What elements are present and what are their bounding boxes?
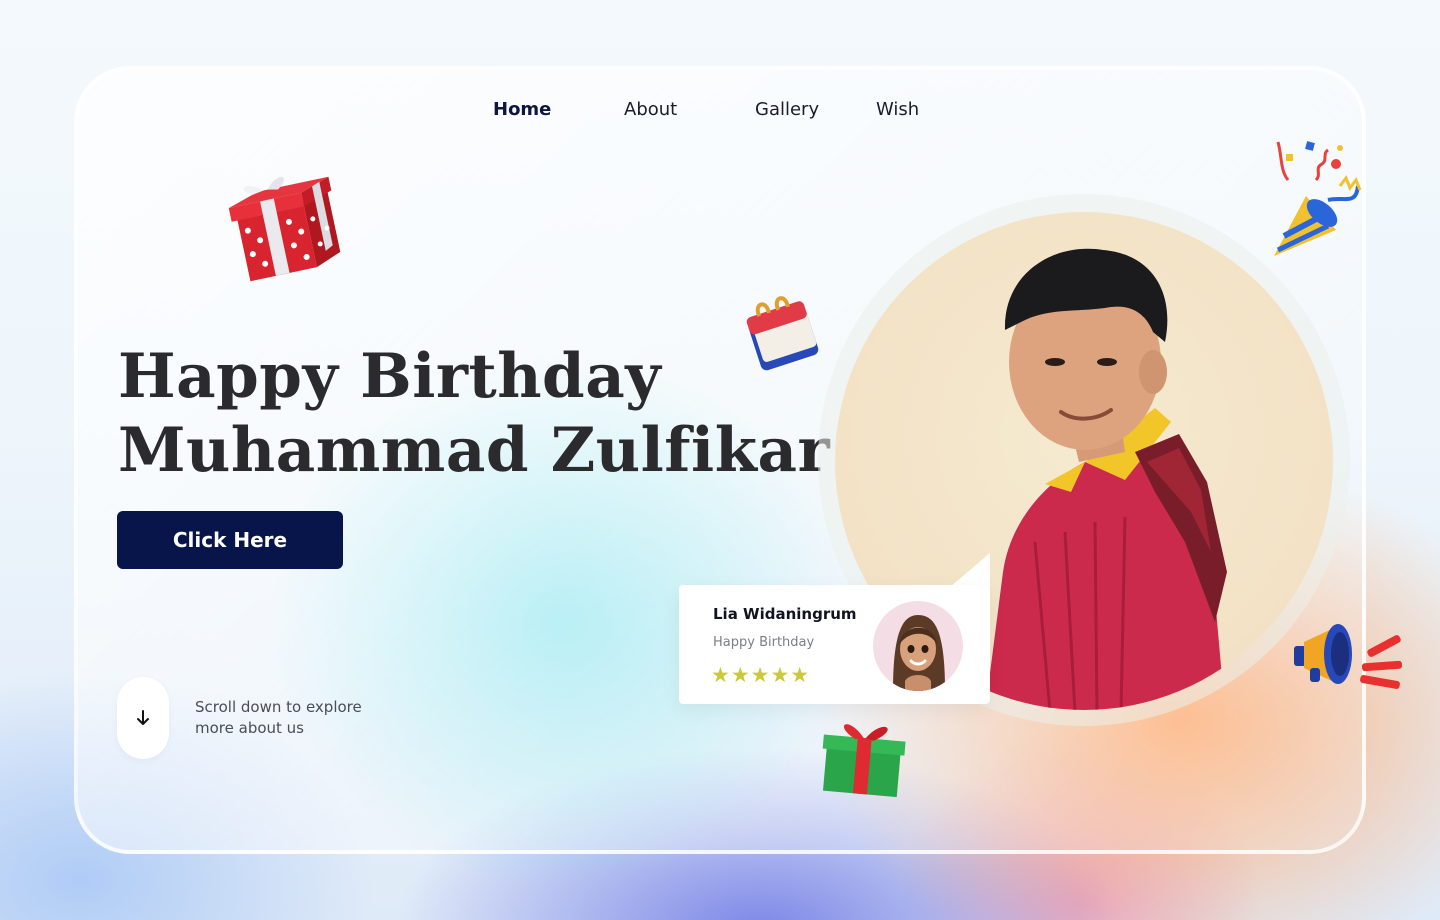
hero-title: Happy Birthday Muhammad Zulfikar — [118, 340, 830, 488]
nav-wish[interactable]: Wish — [876, 99, 919, 120]
nav-home[interactable]: Home — [493, 99, 551, 120]
main-nav: Home About Gallery Wish — [0, 99, 1440, 123]
nav-gallery[interactable]: Gallery — [755, 99, 819, 120]
hero-title-line2: Muhammad Zulfikar — [118, 415, 831, 486]
gift-box-red-icon — [228, 176, 341, 282]
megaphone-icon — [1294, 624, 1403, 689]
click-here-button[interactable]: Click Here — [117, 511, 343, 569]
scroll-hint: Scroll down to explore more about us — [195, 697, 415, 739]
avatar — [873, 601, 963, 691]
gift-box-green-icon — [822, 724, 906, 798]
scroll-hint-line1: Scroll down to explore — [195, 698, 362, 716]
nav-about[interactable]: About — [624, 99, 677, 120]
hero-title-line1: Happy Birthday — [118, 341, 662, 412]
review-card: Lia Widaningrum Happy Birthday ★★★★★ — [679, 585, 990, 704]
star-rating: ★★★★★ — [711, 663, 811, 687]
scroll-hint-line2: more about us — [195, 719, 304, 737]
party-popper-icon — [1274, 141, 1362, 256]
reviewer-name: Lia Widaningrum — [713, 605, 857, 623]
scroll-down-button[interactable] — [117, 677, 169, 759]
review-bubble-tail — [950, 553, 990, 587]
arrow-down-icon — [137, 710, 149, 725]
review-message: Happy Birthday — [713, 635, 815, 650]
